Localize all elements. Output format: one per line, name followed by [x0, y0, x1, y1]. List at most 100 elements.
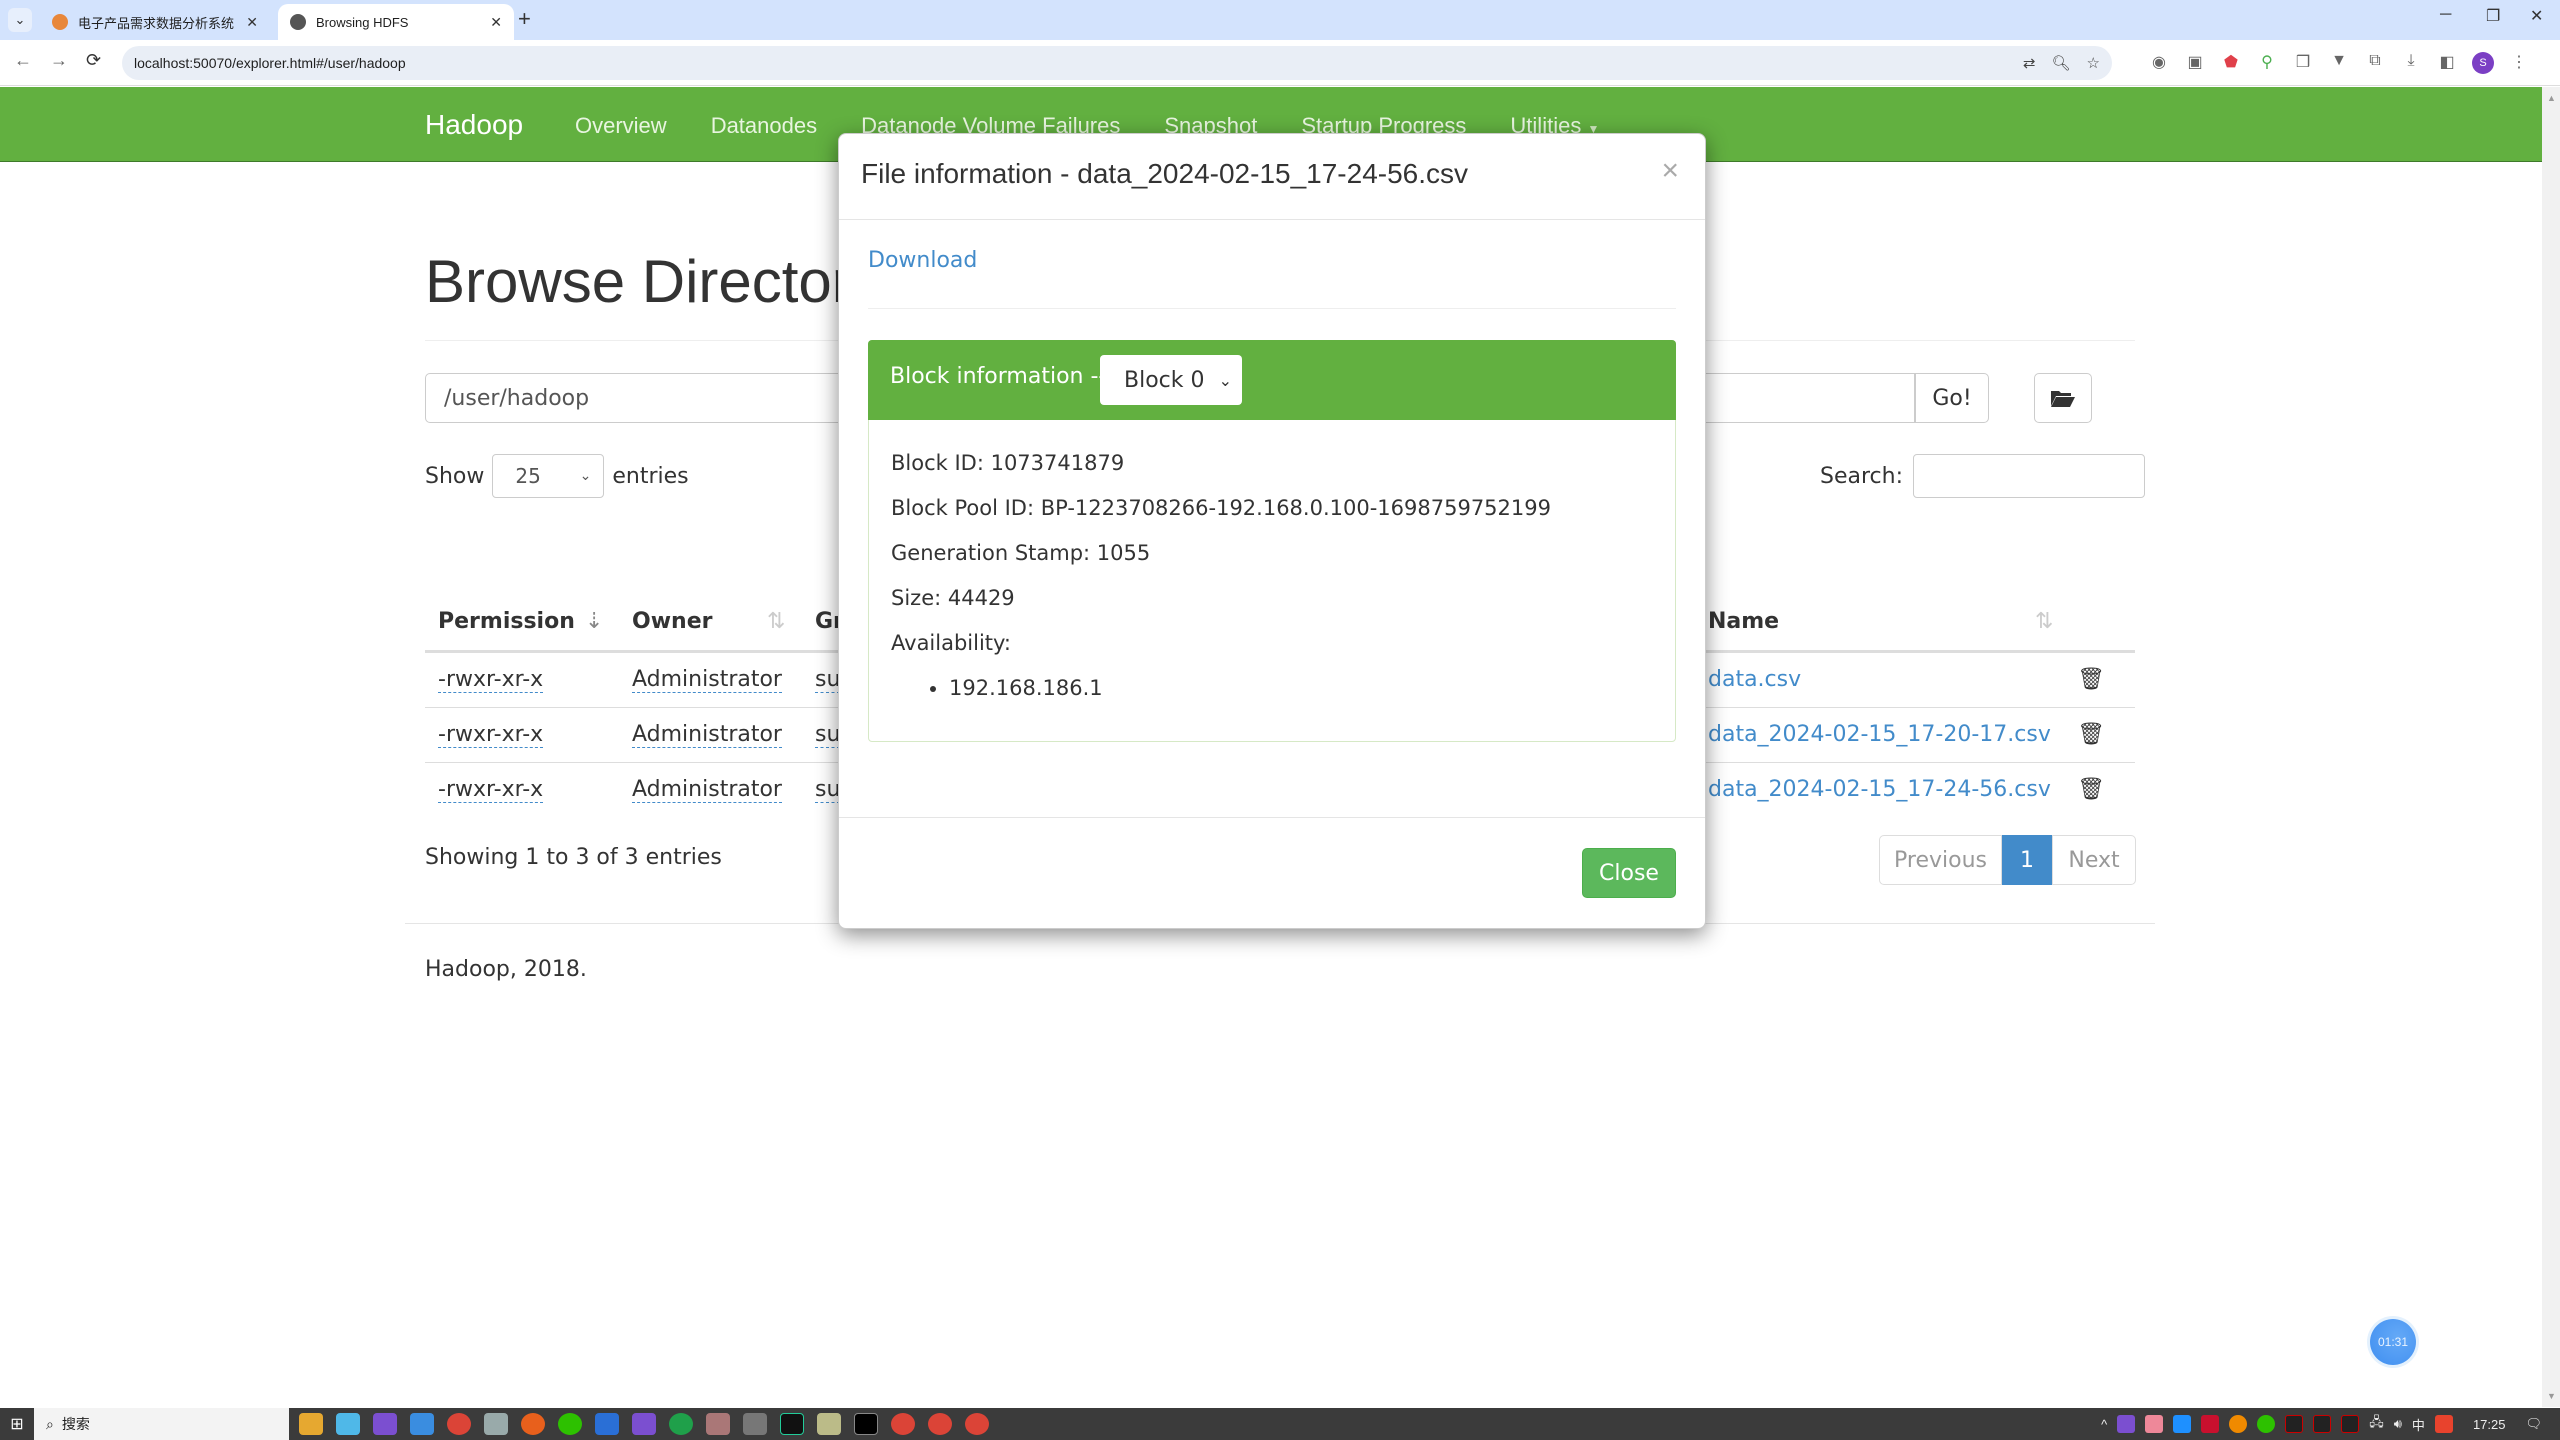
file-name-link[interactable]: data_2024-02-15_17-20-17.csv: [1708, 722, 2051, 747]
app-icon[interactable]: [410, 1413, 434, 1435]
close-button[interactable]: Close: [1582, 848, 1676, 898]
minimize-icon[interactable]: ─: [2440, 6, 2451, 24]
owner-cell[interactable]: Administrator: [632, 667, 782, 693]
page-1-button[interactable]: 1: [2002, 835, 2052, 885]
group-cell[interactable]: su: [815, 722, 841, 748]
vue-extension-icon[interactable]: ▼: [2328, 52, 2350, 74]
search-input[interactable]: [1913, 454, 2145, 498]
tray-qq-icon[interactable]: [2285, 1415, 2304, 1433]
clock[interactable]: 17:25: [2473, 1417, 2506, 1432]
nav-datanodes[interactable]: Datanodes: [711, 113, 817, 139]
zoom-icon[interactable]: 🔍︎: [2052, 54, 2071, 72]
reload-icon[interactable]: ⟳: [86, 50, 101, 71]
translate-icon[interactable]: ⇄: [2023, 54, 2036, 72]
owner-cell[interactable]: Administrator: [632, 777, 782, 803]
page-size-select[interactable]: 25 ⌄: [492, 454, 605, 498]
close-window-icon[interactable]: ✕: [2530, 6, 2543, 26]
go-button[interactable]: Go!: [1915, 373, 1989, 423]
forward-icon[interactable]: →: [50, 50, 68, 71]
page-scrollbar[interactable]: ▲ ▼: [2542, 87, 2560, 1407]
nav-overview[interactable]: Overview: [575, 113, 667, 139]
back-icon[interactable]: ←: [14, 50, 32, 71]
app-icon[interactable]: [743, 1413, 767, 1435]
download-icon[interactable]: ⤓: [2400, 52, 2422, 74]
tab-search-button[interactable]: ⌄: [8, 8, 32, 32]
close-tab-icon[interactable]: ✕: [246, 14, 258, 31]
scroll-up-arrow-icon[interactable]: ▲: [2547, 93, 2556, 103]
permission-cell[interactable]: -rwxr-xr-x: [438, 667, 544, 693]
terminal-icon[interactable]: [854, 1413, 878, 1435]
download-link[interactable]: Download: [868, 248, 977, 273]
camera-extension-icon[interactable]: ◉: [2148, 52, 2170, 74]
app-icon[interactable]: [669, 1413, 693, 1435]
restore-icon[interactable]: ❐: [2486, 6, 2500, 26]
modal-close-icon[interactable]: ×: [1661, 154, 1679, 188]
tray-app-icon[interactable]: [2201, 1415, 2220, 1433]
tray-app-icon[interactable]: [2173, 1415, 2192, 1433]
app-icon[interactable]: [373, 1413, 397, 1435]
permission-cell[interactable]: -rwxr-xr-x: [438, 777, 544, 803]
menu-kebab-icon[interactable]: ⋮: [2508, 52, 2530, 74]
tray-wechat-icon[interactable]: [2257, 1415, 2276, 1433]
app-icon[interactable]: [336, 1413, 360, 1435]
copy-extension-icon[interactable]: ❒: [2292, 52, 2314, 74]
tab-inactive[interactable]: 电子产品需求数据分析系统 - 主 ✕: [40, 4, 270, 40]
extensions-puzzle-icon[interactable]: ⧉: [2364, 52, 2386, 74]
trash-icon[interactable]: 🗑︎: [2077, 777, 2105, 802]
close-tab-icon[interactable]: ✕: [490, 14, 502, 31]
trash-icon[interactable]: 🗑︎: [2077, 667, 2105, 692]
sort-both-icon[interactable]: ⇅: [2035, 609, 2053, 634]
group-cell[interactable]: su: [815, 777, 841, 803]
url-input[interactable]: i localhost:50070/explorer.html#/user/ha…: [122, 46, 2112, 820]
image-extension-icon[interactable]: ▣: [2184, 52, 2206, 74]
chrome-icon[interactable]: [891, 1413, 915, 1435]
tray-app-icon[interactable]: [2145, 1415, 2164, 1433]
windows-start-icon[interactable]: ⊞: [0, 1414, 34, 1434]
notepad-icon[interactable]: [817, 1413, 841, 1435]
owner-cell[interactable]: Administrator: [632, 722, 782, 748]
create-directory-button[interactable]: [2034, 373, 2092, 423]
file-explorer-icon[interactable]: [299, 1413, 323, 1435]
file-name-link[interactable]: data.csv: [1708, 667, 1801, 692]
sort-asc-icon[interactable]: ⇣: [585, 609, 603, 634]
shield-extension-icon[interactable]: ⬟: [2220, 52, 2242, 74]
app-icon[interactable]: [484, 1413, 508, 1435]
column-permission[interactable]: Permission: [438, 609, 575, 634]
chrome-icon[interactable]: [928, 1413, 952, 1435]
taskbar-search[interactable]: ⌕ 搜索: [34, 1408, 289, 1440]
firefox-icon[interactable]: [521, 1413, 545, 1435]
scroll-down-arrow-icon[interactable]: ▼: [2547, 1391, 2556, 1401]
pycharm-icon[interactable]: [780, 1413, 804, 1435]
tray-app-icon[interactable]: [2117, 1415, 2136, 1433]
app-icon[interactable]: [595, 1413, 619, 1435]
previous-page-button[interactable]: Previous: [1879, 835, 2002, 885]
brand-link[interactable]: Hadoop: [425, 109, 523, 141]
group-cell[interactable]: su: [815, 667, 841, 693]
sort-both-icon[interactable]: ⇅: [767, 609, 785, 634]
show-hidden-icons-icon[interactable]: ^: [2101, 1417, 2107, 1432]
block-select[interactable]: Block 0 ⌄: [1100, 355, 1242, 405]
search-extension-icon[interactable]: ⚲: [2256, 52, 2278, 74]
tab-active[interactable]: Browsing HDFS ✕: [278, 4, 514, 40]
volume-icon[interactable]: 🔊︎: [2394, 1416, 2402, 1432]
next-page-button[interactable]: Next: [2052, 835, 2136, 885]
new-tab-button[interactable]: +: [518, 6, 531, 32]
app-icon[interactable]: [632, 1413, 656, 1435]
tray-qq-icon[interactable]: [2313, 1415, 2332, 1433]
bookmark-star-icon[interactable]: ☆: [2087, 54, 2100, 72]
ime-indicator[interactable]: 中: [2412, 1415, 2425, 1434]
tray-search-icon[interactable]: [2229, 1415, 2248, 1433]
notifications-icon[interactable]: 🗨︎: [2525, 1416, 2542, 1432]
side-panel-icon[interactable]: ◧: [2436, 52, 2458, 74]
chrome-icon[interactable]: [447, 1413, 471, 1435]
wechat-icon[interactable]: [558, 1413, 582, 1435]
chrome-icon[interactable]: [965, 1413, 989, 1435]
trash-icon[interactable]: 🗑︎: [2077, 722, 2105, 747]
profile-avatar[interactable]: S: [2472, 52, 2494, 74]
floating-timer[interactable]: 01:31: [2370, 1319, 2416, 1365]
permission-cell[interactable]: -rwxr-xr-x: [438, 722, 544, 748]
app-icon[interactable]: [706, 1413, 730, 1435]
column-owner[interactable]: Owner: [632, 609, 712, 634]
file-name-link[interactable]: data_2024-02-15_17-24-56.csv: [1708, 777, 2051, 802]
network-icon[interactable]: 🖧: [2369, 1413, 2384, 1435]
